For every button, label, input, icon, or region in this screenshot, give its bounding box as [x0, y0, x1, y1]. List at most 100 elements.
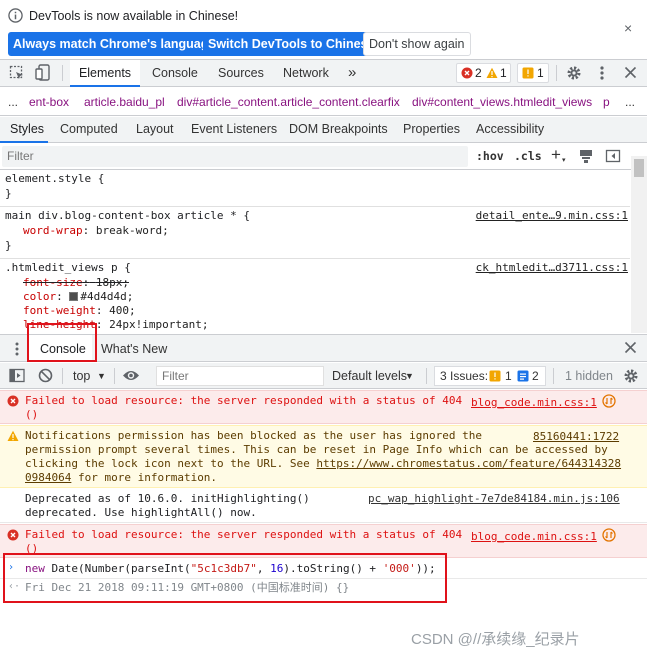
styles-scrollbar[interactable] [631, 156, 647, 333]
rule-selector[interactable]: main div.blog-content-box article * { [5, 209, 250, 222]
log-levels-dropdown[interactable]: Default levels [332, 369, 407, 383]
tab-sources[interactable]: Sources [218, 60, 264, 87]
issues-summary-button[interactable]: 3 Issues: 1 2 [434, 366, 546, 386]
style-declaration-overridden[interactable]: font-size: 18px; [23, 276, 129, 289]
class-toggle[interactable]: .cls [514, 149, 542, 163]
colon: : [95, 304, 103, 317]
clear-console-icon[interactable] [38, 368, 53, 383]
property-value: 24px!important; [109, 318, 209, 331]
style-declaration[interactable]: word-wrap: break-word; [23, 224, 169, 237]
show-sidebar-icon[interactable] [9, 368, 25, 383]
switch-to-chinese-button[interactable]: Switch DevTools to Chinese [203, 32, 380, 56]
error-icon [461, 67, 473, 79]
active-subtab-indicator [0, 141, 48, 143]
dont-show-again-button[interactable]: Don't show again [363, 32, 471, 56]
rule-close-brace: } [5, 239, 12, 252]
dom-breadcrumb: ... ent-box article.baidu_pl div#article… [0, 88, 647, 116]
settings-gear-icon[interactable] [566, 65, 582, 81]
close-drawer-icon[interactable] [624, 341, 637, 354]
issues-label: 3 Issues: [440, 369, 489, 383]
breadcrumb-item[interactable]: div#content_views.htmledit_views [412, 95, 592, 109]
subtab-properties[interactable]: Properties [403, 122, 460, 136]
styles-filter-placeholder: Filter [7, 149, 34, 163]
console-log-message: Deprecated as of 10.6.0. initHighlightin… [0, 489, 647, 523]
context-dropdown-icon[interactable]: ▼ [97, 371, 106, 381]
main-toolbar: Elements Console Sources Network » 2 1 1 [0, 59, 647, 87]
tab-console[interactable]: Console [152, 60, 198, 87]
chromestatus-link[interactable]: https://www.chromestatus.com/feature/644… [316, 457, 621, 470]
live-expression-eye-icon[interactable] [122, 368, 140, 383]
new-style-rule-plus-icon[interactable]: + [551, 145, 561, 165]
message-source-link[interactable]: blog_code.min.css:1 [471, 530, 597, 543]
element-state-icon[interactable] [578, 148, 594, 164]
warning-count: 1 [500, 66, 507, 80]
subtab-layout[interactable]: Layout [136, 122, 174, 136]
subtab-styles[interactable]: Styles [10, 122, 44, 136]
customize-menu-icon[interactable] [599, 65, 605, 81]
styles-filter-input[interactable] [2, 146, 468, 167]
drawer-menu-icon[interactable] [14, 341, 20, 357]
highlight-box-expression [3, 553, 447, 603]
tab-elements[interactable]: Elements [70, 60, 140, 87]
toggle-sidebar-icon[interactable] [605, 148, 621, 164]
more-tabs-icon[interactable]: » [348, 60, 356, 87]
breadcrumb-item[interactable]: p [603, 95, 610, 109]
language-infobar: DevTools is now available in Chinese! × … [0, 0, 647, 58]
toolbar-divider [553, 368, 554, 384]
error-icon [7, 395, 19, 407]
drawer-tab-whats-new[interactable]: What's New [101, 342, 167, 356]
info-icon [8, 8, 23, 23]
close-devtools-icon[interactable] [624, 66, 637, 79]
style-declaration[interactable]: font-weight: 400; [23, 304, 136, 317]
always-match-language-button[interactable]: Always match Chrome's language [8, 32, 221, 56]
tab-network[interactable]: Network [283, 60, 329, 87]
hover-state-toggle[interactable]: :hov [476, 149, 504, 163]
rule-source-link[interactable]: detail_ente…9.min.css:1 [476, 209, 628, 222]
infobar-close-icon[interactable]: × [624, 20, 632, 36]
console-warning-message: Notifications permission has been blocke… [0, 425, 647, 488]
styles-scrollbar-thumb[interactable] [634, 159, 644, 177]
message-source-link[interactable]: 85160441:1722 [533, 430, 619, 443]
issues-counter[interactable]: 1 [517, 63, 549, 83]
breadcrumb-item[interactable]: article.baidu_pl [84, 95, 165, 109]
context-selector[interactable]: top [73, 369, 90, 383]
colon: : [56, 290, 63, 303]
subtab-event-listeners[interactable]: Event Listeners [191, 122, 277, 136]
message-source-link[interactable]: pc_wap_highlight-7e7de84184.min.js:106 [368, 492, 620, 505]
warning-icon [486, 67, 498, 79]
rule-selector[interactable]: element.style { [5, 172, 104, 185]
rule-source-link[interactable]: ck_htmledit…d3711.css:1 [476, 261, 628, 274]
device-toolbar-icon[interactable] [35, 64, 51, 82]
hidden-messages-count: 1 hidden [565, 369, 613, 383]
subtab-computed[interactable]: Computed [60, 122, 118, 136]
message-text: deprecated. Use highlightAll() now. [25, 506, 257, 519]
inspect-element-icon[interactable] [9, 65, 25, 81]
console-settings-gear-icon[interactable] [623, 368, 639, 384]
message-source-link[interactable]: blog_code.min.css:1 [471, 396, 597, 409]
style-rule-element-style: element.style { } [0, 171, 630, 207]
breadcrumb-item[interactable]: div#article_content.article_content.clea… [177, 95, 400, 109]
message-text: Failed to load resource: the server resp… [25, 394, 463, 407]
highlight-box-console-tab [27, 323, 97, 362]
console-error-message: Failed to load resource: the server resp… [0, 390, 647, 424]
property-name: color [23, 290, 57, 303]
color-swatch[interactable] [69, 292, 79, 301]
levels-dropdown-icon[interactable]: ▼ [405, 371, 414, 381]
network-request-icon[interactable] [602, 394, 616, 408]
drawer-tabbar: Console What's New [0, 334, 647, 362]
rule-selector[interactable]: .htmledit_views p { [5, 261, 131, 274]
breadcrumb-item[interactable]: ent-box [29, 95, 69, 109]
new-rule-dropdown-icon[interactable]: ▾ [562, 156, 566, 164]
subtab-dom-breakpoints[interactable]: DOM Breakpoints [289, 122, 388, 136]
message-text: Notifications permission has been blocke… [25, 429, 482, 442]
breadcrumb-overflow-right[interactable]: ... [625, 95, 635, 109]
chromestatus-link-cont[interactable]: 0984064 [25, 471, 71, 484]
styles-pane: element.style { } main div.blog-content-… [0, 171, 630, 333]
style-declaration[interactable]: color: #4d4d4d; [23, 290, 133, 303]
colon: : [82, 224, 90, 237]
network-request-icon[interactable] [602, 528, 616, 542]
issue-warning-icon [489, 370, 501, 382]
breadcrumb-overflow-left[interactable]: ... [8, 95, 18, 109]
error-warning-counter[interactable]: 2 1 [456, 63, 511, 83]
subtab-accessibility[interactable]: Accessibility [476, 122, 544, 136]
